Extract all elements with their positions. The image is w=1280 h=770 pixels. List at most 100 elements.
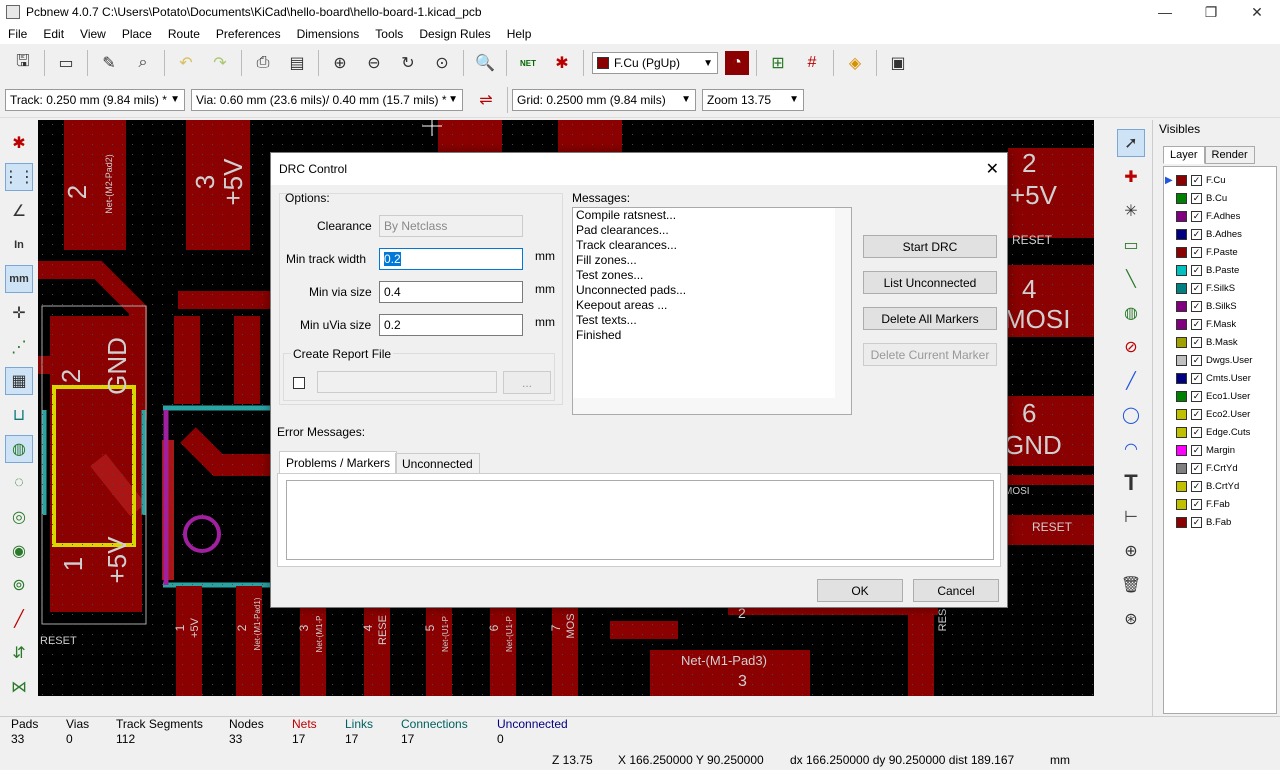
maximize-button[interactable]: ❐ [1188, 0, 1234, 24]
layer-row-fcrtyd[interactable]: ✓ F.CrtYd [1164, 459, 1276, 477]
layer-row-eco1-user[interactable]: ✓ Eco1.User [1164, 387, 1276, 405]
scripting-console-icon[interactable]: ▣ [884, 49, 912, 77]
layer-checkbox[interactable]: ✓ [1191, 444, 1202, 456]
layer-pair-icon[interactable]: ◔ [725, 51, 749, 75]
inch-units-icon[interactable]: In [5, 231, 33, 259]
layer-checkbox[interactable]: ✓ [1191, 462, 1202, 474]
find-icon[interactable]: 🔍 [471, 49, 499, 77]
drc-bug-icon[interactable]: ✱ [548, 49, 576, 77]
layer-checkbox[interactable]: ✓ [1191, 372, 1202, 384]
add-arc-icon[interactable]: ◠ [1117, 435, 1145, 463]
layer-swatch[interactable] [1176, 264, 1187, 276]
place-origin-icon[interactable]: ⊛ [1117, 605, 1145, 633]
layer-checkbox[interactable]: ✓ [1191, 174, 1202, 186]
layer-swatch[interactable] [1176, 516, 1187, 528]
layer-swatch[interactable] [1176, 246, 1187, 258]
autoplace-icon[interactable]: ⊞ [764, 49, 792, 77]
layer-checkbox[interactable]: ✓ [1191, 408, 1202, 420]
layer-swatch[interactable] [1176, 228, 1187, 240]
add-footprint-icon[interactable]: ▭ [1117, 231, 1145, 259]
layer-row-ffab[interactable]: ✓ F.Fab [1164, 495, 1276, 513]
layer-row-bmask[interactable]: ✓ B.Mask [1164, 333, 1276, 351]
layer-swatch[interactable] [1176, 210, 1187, 222]
cursor-shape-icon[interactable]: ✛ [5, 299, 33, 327]
tab-unconnected[interactable]: Unconnected [395, 453, 480, 475]
layer-swatch[interactable] [1176, 444, 1187, 456]
via-size-select[interactable]: Via: 0.60 mm (23.6 mils)/ 0.40 mm (15.7 … [191, 88, 463, 111]
zoom-fit-icon[interactable]: ⊙ [428, 49, 456, 77]
tab-layer[interactable]: Layer [1163, 146, 1205, 164]
problems-list[interactable] [286, 480, 994, 560]
menu-place[interactable]: Place [114, 27, 160, 41]
layer-row-fcu[interactable]: ▶ ✓ F.Cu [1164, 171, 1276, 189]
library-editor-icon[interactable]: ✎ [95, 49, 123, 77]
grid-select[interactable]: Grid: 0.2500 mm (9.84 mils) ▼ [512, 88, 696, 111]
layer-swatch[interactable] [1176, 300, 1187, 312]
print-icon[interactable]: ⎙ [249, 49, 277, 77]
close-window-button[interactable]: ✕ [1234, 0, 1280, 24]
mm-units-icon[interactable]: mm [5, 265, 33, 293]
keepout-area-icon[interactable]: ⊘ [1117, 333, 1145, 361]
delete-all-markers-button[interactable]: Delete All Markers [863, 307, 997, 330]
add-dimension-icon[interactable]: ⊢ [1117, 503, 1145, 531]
netlist-icon[interactable]: NET [514, 49, 542, 77]
layer-checkbox[interactable]: ✓ [1191, 318, 1202, 330]
layer-row-eco2-user[interactable]: ✓ Eco2.User [1164, 405, 1276, 423]
layer-swatch[interactable] [1176, 282, 1187, 294]
menu-file[interactable]: File [0, 27, 35, 41]
min-uvia-size-input[interactable]: 0.2 [379, 314, 523, 336]
add-text-icon[interactable]: T [1117, 469, 1145, 497]
menu-tools[interactable]: Tools [367, 27, 411, 41]
layer-checkbox[interactable]: ✓ [1191, 228, 1202, 240]
layer-row-badhes[interactable]: ✓ B.Adhes [1164, 225, 1276, 243]
min-track-width-input[interactable]: 0.2 [379, 248, 523, 270]
layer-swatch[interactable] [1176, 192, 1187, 204]
canvas-vertical-scrollbar[interactable] [1094, 120, 1110, 696]
track-width-select[interactable]: Track: 0.250 mm (9.84 mils) * ▼ [5, 88, 185, 111]
menu-view[interactable]: View [72, 27, 114, 41]
layer-checkbox[interactable]: ✓ [1191, 336, 1202, 348]
minimize-button[interactable]: — [1142, 0, 1188, 24]
layer-checkbox[interactable]: ✓ [1191, 354, 1202, 366]
layer-row-bpaste[interactable]: ✓ B.Paste [1164, 261, 1276, 279]
layer-swatch[interactable] [1176, 336, 1187, 348]
layer-checkbox[interactable]: ✓ [1191, 300, 1202, 312]
ratsnest-icon[interactable]: ⋰ [5, 333, 33, 361]
undo-icon[interactable]: ↶ [172, 49, 200, 77]
layer-select-dropdown[interactable]: F.Cu (PgUp) ▼ [592, 52, 718, 74]
via-sketch-icon[interactable]: ⊚ [5, 571, 33, 599]
layer-row-margin[interactable]: ✓ Margin [1164, 441, 1276, 459]
layer-checkbox[interactable]: ✓ [1191, 516, 1202, 528]
drc-off-icon[interactable]: ✱ [5, 129, 33, 157]
layer-checkbox[interactable]: ✓ [1191, 426, 1202, 438]
zone-outline-icon[interactable]: ◌ [5, 469, 33, 497]
route-track-icon[interactable]: ╲ [1117, 265, 1145, 293]
auto-track-width-icon[interactable]: ⇌ [472, 86, 500, 114]
browse-button[interactable]: ... [503, 371, 551, 394]
add-circle-icon[interactable]: ◯ [1117, 401, 1145, 429]
auto-delete-track-icon[interactable]: ⊔ [5, 401, 33, 429]
zoom-select[interactable]: Zoom 13.75 ▼ [702, 88, 804, 111]
min-via-size-input[interactable]: 0.4 [379, 281, 523, 303]
menu-preferences[interactable]: Preferences [208, 27, 289, 41]
layer-checkbox[interactable]: ✓ [1191, 498, 1202, 510]
layer-checkbox[interactable]: ✓ [1191, 192, 1202, 204]
menu-dimensions[interactable]: Dimensions [289, 27, 368, 41]
layer-swatch[interactable] [1176, 174, 1187, 186]
layer-row-cmts-user[interactable]: ✓ Cmts.User [1164, 369, 1276, 387]
layer-row-fadhes[interactable]: ✓ F.Adhes [1164, 207, 1276, 225]
layer-swatch[interactable] [1176, 318, 1187, 330]
layer-swatch[interactable] [1176, 480, 1187, 492]
layer-swatch[interactable] [1176, 498, 1187, 510]
layer-swatch[interactable] [1176, 426, 1187, 438]
layer-checkbox[interactable]: ✓ [1191, 246, 1202, 258]
ok-button[interactable]: OK [817, 579, 903, 602]
layer-checkbox[interactable]: ✓ [1191, 210, 1202, 222]
zoom-in-icon[interactable]: ⊕ [326, 49, 354, 77]
start-drc-button[interactable]: Start DRC [863, 235, 997, 258]
layer-row-fmask[interactable]: ✓ F.Mask [1164, 315, 1276, 333]
menu-route[interactable]: Route [160, 27, 208, 41]
layer-row-dwgs-user[interactable]: ✓ Dwgs.User [1164, 351, 1276, 369]
track-sketch-icon[interactable]: ╱ [5, 605, 33, 633]
plot-icon[interactable]: ▤ [283, 49, 311, 77]
